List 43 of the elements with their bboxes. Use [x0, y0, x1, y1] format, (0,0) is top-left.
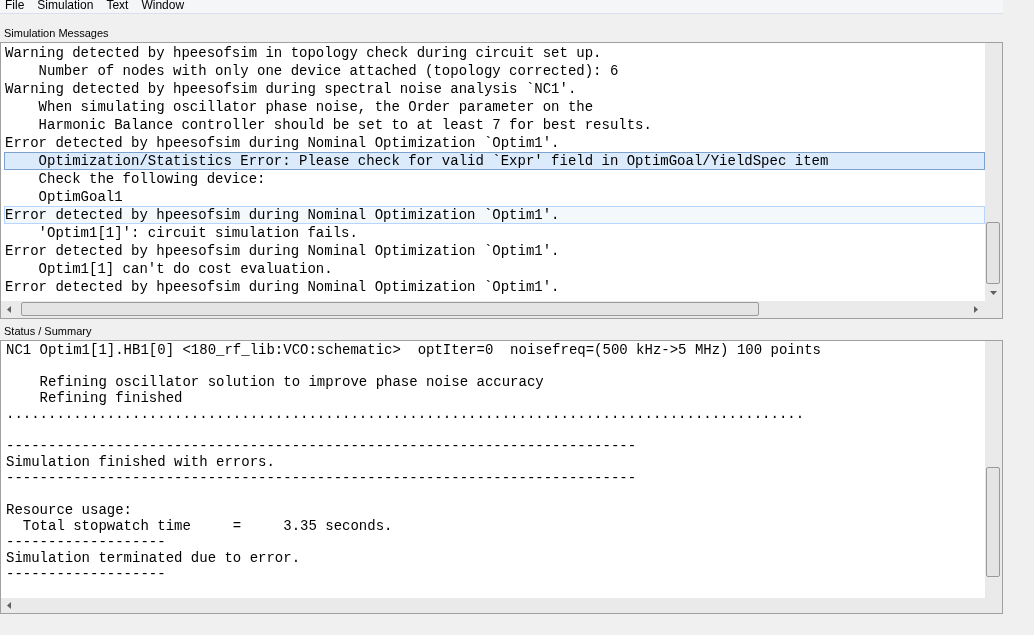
message-row[interactable]: Error detected by hpeesofsim during Nominal Optimization `Optim1'.	[4, 206, 985, 224]
vertical-scrollbar[interactable]	[985, 341, 1002, 598]
log-line: -------------------	[6, 534, 166, 550]
log-line: Simulation finished with errors.	[6, 454, 275, 470]
message-row[interactable]: Optim1[1] can't do cost evaluation.	[4, 260, 985, 278]
message-row[interactable]: Warning detected by hpeesofsim in topology check during circuit set up.	[4, 44, 985, 62]
message-row[interactable]: Check the following device:	[4, 170, 985, 188]
message-row[interactable]: Error detected by hpeesofsim during Nominal Optimization `Optim1'.	[4, 134, 985, 152]
message-row[interactable]: 'Optim1[1]': circuit simulation fails.	[4, 224, 985, 242]
scrollbar-thumb[interactable]	[21, 302, 759, 316]
menu-item[interactable]: Simulation	[32, 0, 99, 13]
scroll-left-icon[interactable]	[7, 306, 11, 313]
message-row[interactable]: Harmonic Balance controller should be set to at least 7 for best results.	[4, 116, 985, 134]
message-row[interactable]: Number of nodes with only one device attached (topology corrected): 6	[4, 62, 985, 80]
scroll-left-icon[interactable]	[7, 602, 11, 609]
log-line: ---------------------------------------------------------------------------	[6, 470, 637, 486]
message-row[interactable]: When simulating oscillator phase noise, the Order parameter on the	[4, 98, 985, 116]
horizontal-scrollbar[interactable]	[1, 301, 1002, 318]
scrollbar-thumb[interactable]	[986, 467, 1000, 577]
log-line: Resource usage:	[6, 502, 133, 518]
log-line: NC1 Optim1[1].HB1[0] <180_rf_lib:VCO:schematic> optIter=0 noisefreq=(500 kHz->5 MHz) 100 points	[6, 342, 821, 358]
message-row[interactable]: Error detected by hpeesofsim during Nominal Optimization `Optim1'.	[4, 278, 985, 296]
scroll-right-icon[interactable]	[974, 306, 978, 313]
message-row[interactable]: Warning detected by hpeesofsim during spectral noise analysis `NC1'.	[4, 80, 985, 98]
menu-item[interactable]: Window	[136, 0, 190, 13]
log-line: ---------------------------------------------------------------------------	[6, 438, 637, 454]
log-line: Refining finished	[38, 390, 183, 406]
panel-title: Simulation Messages	[4, 26, 110, 41]
scrollbar-thumb[interactable]	[986, 222, 1000, 284]
log-line: Total stopwatch time = 3.35 seconds.	[21, 518, 393, 534]
log-line: -------------------	[6, 566, 166, 582]
vertical-scrollbar[interactable]	[985, 43, 1002, 301]
menu-item[interactable]: Text	[101, 0, 134, 13]
menu-item[interactable]: File	[0, 0, 30, 13]
log-line: ...............................................................................................	[6, 406, 805, 422]
horizontal-scrollbar[interactable]	[1, 598, 1002, 613]
panel-title: Status / Summary	[4, 324, 93, 339]
scroll-down-icon[interactable]	[990, 291, 997, 295]
message-row[interactable]: Optimization/Statistics Error: Please check for valid `Expr' field in OptimGoal/YieldSpec item	[4, 152, 985, 170]
log-line: Simulation terminated due to error.	[6, 550, 301, 566]
message-row[interactable]: OptimGoal1	[4, 188, 985, 206]
log-line: Refining oscillator solution to improve phase noise accuracy	[38, 374, 544, 390]
message-row[interactable]: Error detected by hpeesofsim during Nominal Optimization `Optim1'.	[4, 242, 985, 260]
